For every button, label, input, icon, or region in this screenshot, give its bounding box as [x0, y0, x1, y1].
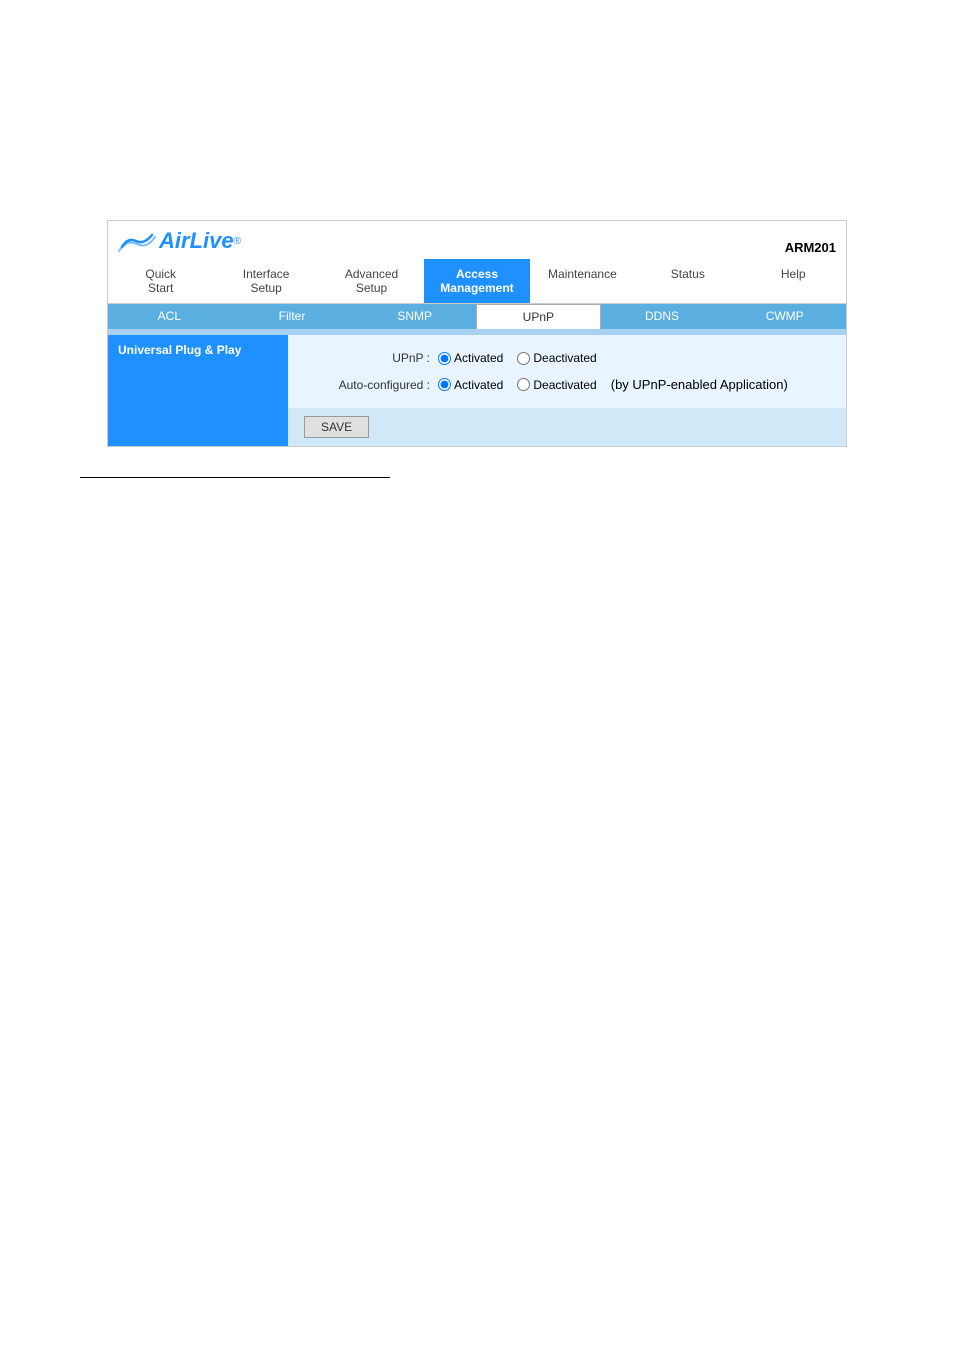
upnp-activated-radio[interactable]: [438, 352, 451, 365]
upnp-activated-option[interactable]: Activated: [438, 351, 503, 365]
nav-help[interactable]: Help: [741, 259, 846, 303]
auto-suffix: (by UPnP-enabled Application): [611, 377, 788, 392]
nav-access-management[interactable]: AccessManagement: [424, 259, 529, 303]
auto-activated-option[interactable]: Activated: [438, 378, 503, 392]
auto-deactivated-option[interactable]: Deactivated: [517, 378, 596, 392]
save-content-col: SAVE: [288, 408, 846, 446]
save-label-col: [108, 408, 288, 446]
auto-form-row: Auto-configured : Activated Deactivated …: [308, 371, 826, 398]
upnp-activated-label: Activated: [454, 351, 503, 365]
section-title: Universal Plug & Play: [118, 343, 241, 357]
subnav-ddns[interactable]: DDNS: [601, 304, 724, 329]
upnp-content-col: UPnP : Activated Deactivated A: [288, 335, 846, 408]
nav-interface-setup[interactable]: InterfaceSetup: [213, 259, 318, 303]
nav-maintenance[interactable]: Maintenance: [530, 259, 635, 303]
upnp-blue-col: Universal Plug & Play: [108, 335, 288, 408]
subnav-cwmp[interactable]: CWMP: [723, 304, 846, 329]
auto-deactivated-label: Deactivated: [533, 378, 596, 392]
upnp-section: Universal Plug & Play UPnP : Activated D…: [108, 335, 846, 408]
logo-live: Live: [190, 228, 234, 254]
upnp-deactivated-option[interactable]: Deactivated: [517, 351, 596, 365]
upnp-radio-group: Activated Deactivated: [438, 351, 597, 365]
auto-activated-label: Activated: [454, 378, 503, 392]
logo-reg: ®: [234, 236, 241, 247]
subnav-snmp[interactable]: SNMP: [353, 304, 476, 329]
logo-area: Air Live ®: [118, 227, 241, 255]
subnav-acl[interactable]: ACL: [108, 304, 231, 329]
nav-status[interactable]: Status: [635, 259, 740, 303]
below-line: [80, 477, 390, 478]
header: Air Live ® ARM201: [108, 221, 846, 259]
router-ui: Air Live ® ARM201 QuickStart InterfaceSe…: [107, 220, 847, 447]
nav-quick-start[interactable]: QuickStart: [108, 259, 213, 303]
save-row: SAVE: [108, 408, 846, 446]
logo-waves-icon: [118, 227, 156, 255]
auto-radio-group: Activated Deactivated (by UPnP-enabled A…: [438, 377, 788, 392]
auto-activated-radio[interactable]: [438, 378, 451, 391]
subnav-upnp[interactable]: UPnP: [476, 304, 601, 329]
auto-label: Auto-configured :: [308, 378, 438, 392]
model-name: ARM201: [785, 240, 836, 255]
auto-deactivated-radio[interactable]: [517, 378, 530, 391]
upnp-deactivated-radio[interactable]: [517, 352, 530, 365]
subnav-filter[interactable]: Filter: [231, 304, 354, 329]
main-nav: QuickStart InterfaceSetup AdvancedSetup …: [108, 259, 846, 303]
nav-advanced-setup[interactable]: AdvancedSetup: [319, 259, 424, 303]
upnp-label: UPnP :: [308, 351, 438, 365]
save-button[interactable]: SAVE: [304, 416, 369, 438]
sub-nav: ACL Filter SNMP UPnP DDNS CWMP: [108, 303, 846, 329]
logo-air: Air: [159, 228, 190, 254]
upnp-form-row: UPnP : Activated Deactivated: [308, 345, 826, 371]
upnp-deactivated-label: Deactivated: [533, 351, 596, 365]
